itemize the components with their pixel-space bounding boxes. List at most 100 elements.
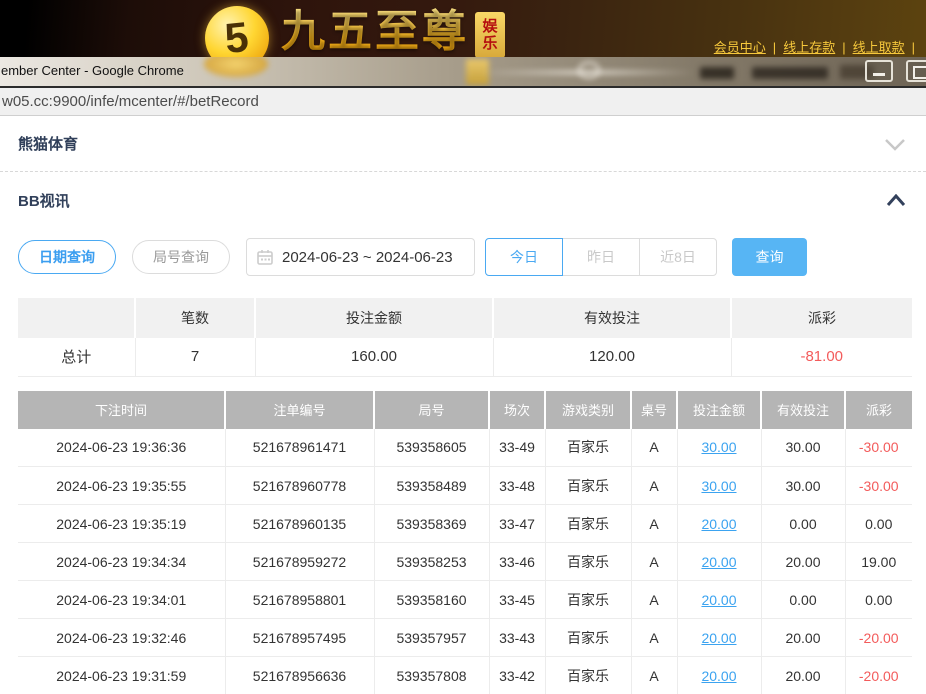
cell-session: 33-43 (489, 619, 545, 657)
cell-bet-amount-link[interactable]: 30.00 (677, 429, 761, 467)
cell-bet-id: 521678958801 (225, 581, 374, 619)
cell-payout: -20.00 (845, 619, 912, 657)
total-valid-bet: 120.00 (493, 338, 731, 376)
total-payout: -81.00 (731, 338, 912, 376)
section-panda-sports[interactable]: 熊猫体育 (0, 116, 926, 172)
summary-table: 笔数投注金额有效投注派彩 总计 7 160.00 120.00 -81.00 (18, 298, 912, 377)
column-header: 派彩 (845, 391, 912, 429)
window-titlebar[interactable]: ember Center - Google Chrome (0, 57, 926, 88)
total-count: 7 (135, 338, 255, 376)
cell-game-type: 百家乐 (545, 581, 631, 619)
cell-table-no: A (631, 657, 677, 694)
column-header: 局号 (374, 391, 489, 429)
search-button[interactable]: 查询 (732, 238, 807, 276)
column-header: 有效投注 (493, 298, 731, 338)
cell-bet-time: 2024-06-23 19:34:34 (18, 543, 225, 581)
deposit-link[interactable]: 线上存款 (783, 40, 835, 55)
cell-bet-time: 2024-06-23 19:32:46 (18, 619, 225, 657)
column-header: 场次 (489, 391, 545, 429)
cell-round-id: 539358605 (374, 429, 489, 467)
date-query-tab[interactable]: 日期查询 (18, 240, 116, 274)
round-query-tab[interactable]: 局号查询 (132, 240, 230, 274)
table-row: 2024-06-23 19:34:01 521678958801 5393581… (18, 581, 912, 619)
summary-header-row: 笔数投注金额有效投注派彩 (18, 298, 912, 338)
cell-bet-time: 2024-06-23 19:35:55 (18, 467, 225, 505)
blurred-account-text (752, 67, 828, 79)
cell-bet-amount-link[interactable]: 20.00 (677, 581, 761, 619)
cell-session: 33-42 (489, 657, 545, 694)
column-header: 游戏类别 (545, 391, 631, 429)
cell-table-no: A (631, 429, 677, 467)
cell-round-id: 539358489 (374, 467, 489, 505)
cell-round-id: 539358253 (374, 543, 489, 581)
column-header (18, 298, 135, 338)
column-header: 桌号 (631, 391, 677, 429)
cell-table-no: A (631, 543, 677, 581)
logo-entertainment-badge: 娱乐 (475, 12, 505, 58)
cell-table-no: A (631, 619, 677, 657)
cell-bet-amount-link[interactable]: 20.00 (677, 505, 761, 543)
page-content: 熊猫体育 BB视讯 日期查询 局号查询 2024-06-23 ~ 2024-06… (0, 116, 926, 694)
table-row: 2024-06-23 19:35:19 521678960135 5393583… (18, 505, 912, 543)
column-header: 笔数 (135, 298, 255, 338)
table-row: 2024-06-23 19:35:55 521678960778 5393584… (18, 467, 912, 505)
cell-bet-amount-link[interactable]: 20.00 (677, 657, 761, 694)
recent-8-days-button[interactable]: 近8日 (639, 238, 717, 276)
table-row: 2024-06-23 19:36:36 521678961471 5393586… (18, 429, 912, 467)
cell-game-type: 百家乐 (545, 619, 631, 657)
date-range-input[interactable]: 2024-06-23 ~ 2024-06-23 (246, 238, 475, 276)
chevron-up-icon[interactable] (886, 194, 906, 207)
link-separator: | (773, 40, 776, 55)
cell-round-id: 539357808 (374, 657, 489, 694)
maximize-button[interactable] (906, 60, 926, 82)
cell-valid-bet: 30.00 (761, 429, 845, 467)
cell-game-type: 百家乐 (545, 467, 631, 505)
site-header: 5 九五至尊 娱乐 会员中心|线上存款|线上取款| (0, 0, 926, 57)
cell-session: 33-48 (489, 467, 545, 505)
cell-session: 33-49 (489, 429, 545, 467)
cell-bet-id: 521678961471 (225, 429, 374, 467)
bet-table-body: 2024-06-23 19:36:36 521678961471 5393586… (18, 429, 912, 694)
cell-bet-time: 2024-06-23 19:34:01 (18, 581, 225, 619)
column-header: 派彩 (731, 298, 912, 338)
cell-round-id: 539358369 (374, 505, 489, 543)
cell-valid-bet: 0.00 (761, 505, 845, 543)
cell-bet-amount-link[interactable]: 20.00 (677, 619, 761, 657)
cell-bet-id: 521678957495 (225, 619, 374, 657)
link-separator: | (912, 40, 915, 55)
section-bb-video[interactable]: BB视讯 (0, 172, 926, 228)
withdraw-link[interactable]: 线上取款 (853, 40, 905, 55)
cell-bet-time: 2024-06-23 19:35:19 (18, 505, 225, 543)
cell-game-type: 百家乐 (545, 429, 631, 467)
window-title: ember Center - Google Chrome (1, 63, 184, 78)
member-center-link[interactable]: 会员中心 (714, 40, 766, 55)
cell-bet-time: 2024-06-23 19:31:59 (18, 657, 225, 694)
cell-game-type: 百家乐 (545, 505, 631, 543)
total-label: 总计 (18, 338, 135, 376)
table-row: 2024-06-23 19:31:59 521678956636 5393578… (18, 657, 912, 694)
cell-bet-amount-link[interactable]: 30.00 (677, 467, 761, 505)
chevron-down-icon[interactable] (884, 137, 906, 151)
link-separator: | (842, 40, 845, 55)
header-links: 会员中心 | 线上存款 | 线上取款 | (714, 37, 922, 56)
cell-valid-bet: 20.00 (761, 619, 845, 657)
cell-bet-amount-link[interactable]: 20.00 (677, 543, 761, 581)
cell-valid-bet: 20.00 (761, 543, 845, 581)
cell-bet-time: 2024-06-23 19:36:36 (18, 429, 225, 467)
filter-toolbar: 日期查询 局号查询 2024-06-23 ~ 2024-06-23 今日 昨日 … (18, 238, 926, 276)
minimize-button[interactable] (865, 60, 893, 82)
cell-valid-bet: 30.00 (761, 467, 845, 505)
cell-table-no: A (631, 467, 677, 505)
cell-bet-id: 521678960135 (225, 505, 374, 543)
today-button[interactable]: 今日 (485, 238, 563, 276)
address-bar[interactable]: w05.cc:9900/infe/mcenter/#/betRecord (0, 88, 926, 116)
cell-payout: 19.00 (845, 543, 912, 581)
cell-bet-id: 521678959272 (225, 543, 374, 581)
cell-game-type: 百家乐 (545, 543, 631, 581)
cell-session: 33-45 (489, 581, 545, 619)
cell-session: 33-46 (489, 543, 545, 581)
yesterday-button[interactable]: 昨日 (562, 238, 640, 276)
cell-payout: 0.00 (845, 505, 912, 543)
cell-table-no: A (631, 505, 677, 543)
table-row: 2024-06-23 19:34:34 521678959272 5393582… (18, 543, 912, 581)
